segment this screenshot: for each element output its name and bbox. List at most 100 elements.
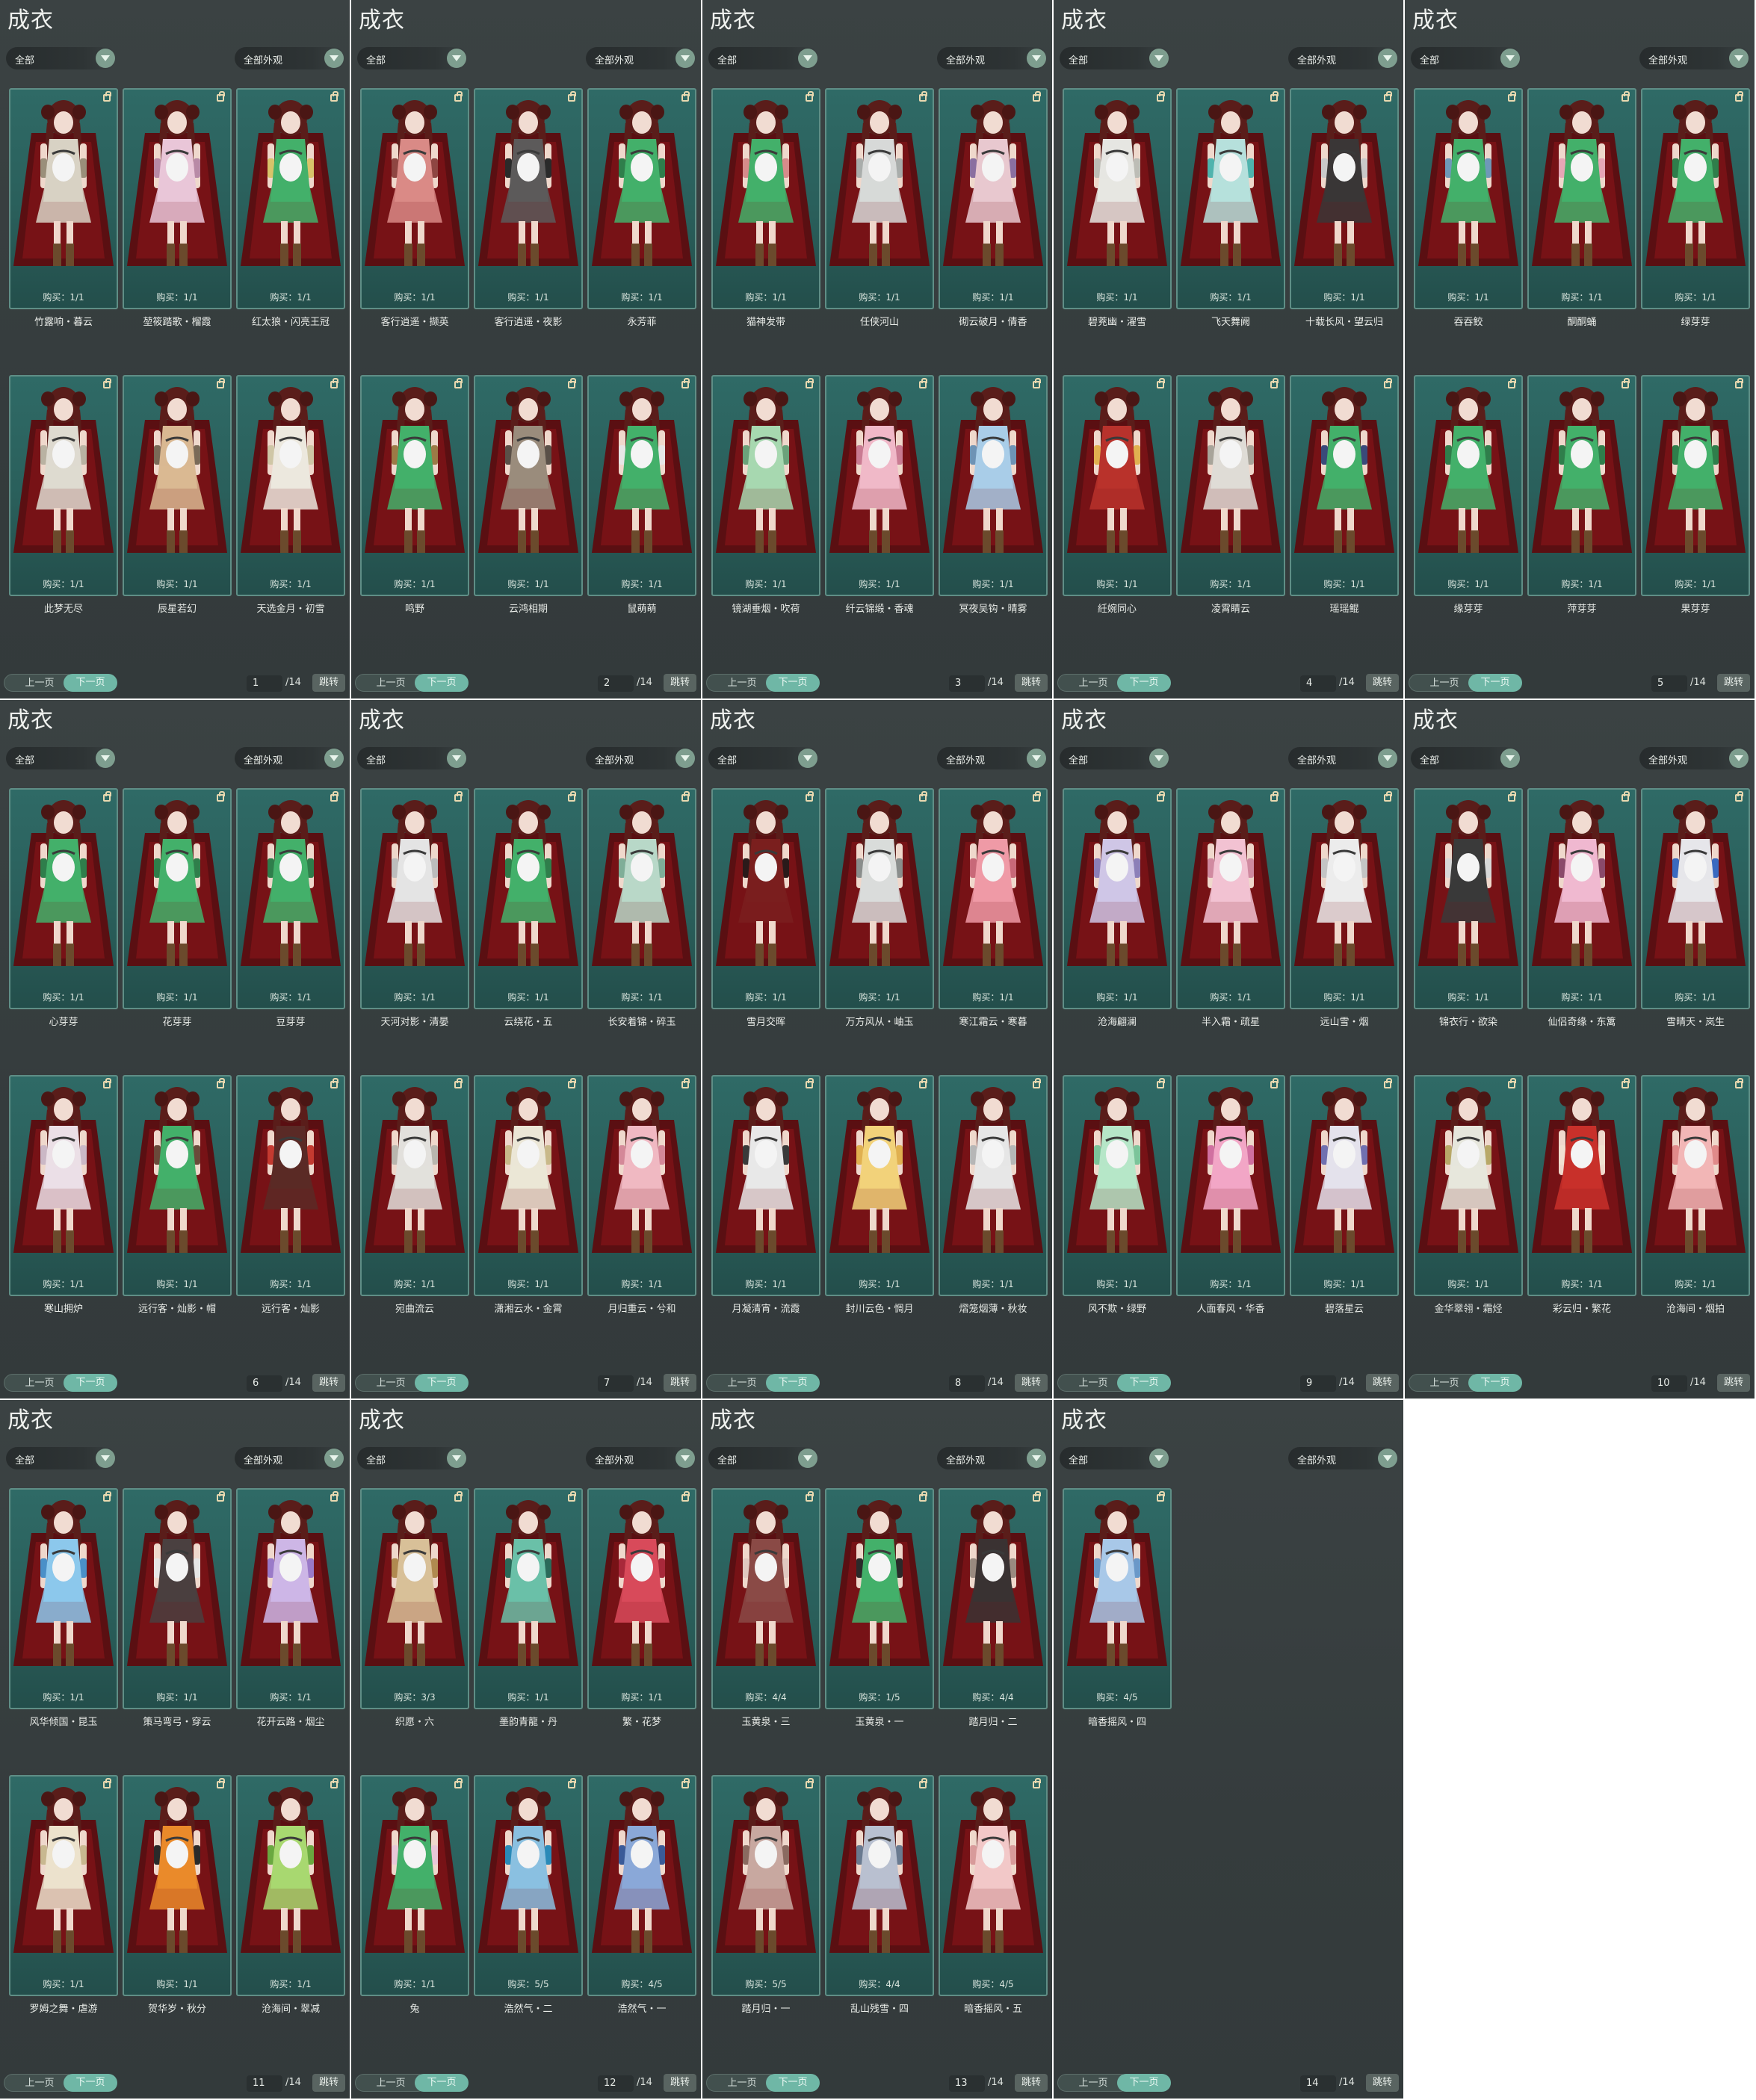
outfit-card[interactable]: 购买：1/1	[474, 788, 583, 1009]
category-dropdown[interactable]: 全部	[708, 47, 819, 69]
outfit-card[interactable]: 购买：1/1	[1527, 1075, 1636, 1296]
appearance-filter-dropdown[interactable]: 全部外观	[937, 1447, 1048, 1469]
outfit-card[interactable]: 购买：1/1	[711, 88, 820, 309]
chevron-down-icon[interactable]	[1378, 749, 1397, 768]
outfit-card[interactable]: 购买：1/1	[1063, 1075, 1172, 1296]
appearance-filter-dropdown[interactable]: 全部外观	[235, 747, 345, 769]
appearance-filter-dropdown[interactable]: 全部外观	[1288, 747, 1399, 769]
outfit-card[interactable]: 购买：1/1	[123, 1488, 232, 1709]
outfit-card[interactable]: 购买：1/1	[123, 788, 232, 1009]
outfit-card[interactable]: 购买：1/1	[9, 88, 118, 309]
next-page-button[interactable]: 下一页	[1468, 674, 1522, 692]
next-page-button[interactable]: 下一页	[64, 1374, 117, 1392]
outfit-card[interactable]: 购买：1/1	[474, 88, 583, 309]
outfit-card[interactable]: 购买：1/1	[1527, 88, 1636, 309]
outfit-card[interactable]: 购买：1/1	[123, 88, 232, 309]
outfit-card[interactable]: 购买：1/1	[360, 375, 469, 596]
category-dropdown[interactable]: 全部	[357, 47, 468, 69]
page-number-input[interactable]: 2	[598, 675, 634, 692]
outfit-card[interactable]: 购买：4/5	[939, 1775, 1048, 1996]
next-page-button[interactable]: 下一页	[1117, 2074, 1171, 2092]
outfit-card[interactable]: 购买：1/1	[236, 1775, 345, 1996]
next-page-button[interactable]: 下一页	[64, 2074, 117, 2092]
category-dropdown[interactable]: 全部	[708, 747, 819, 769]
outfit-card[interactable]: 购买：1/1	[1414, 788, 1523, 1009]
next-page-button[interactable]: 下一页	[766, 1374, 820, 1392]
outfit-card[interactable]: 购买：1/1	[1414, 88, 1523, 309]
page-number-input[interactable]: 14	[1300, 2075, 1336, 2092]
outfit-card[interactable]: 购买：1/1	[711, 375, 820, 596]
outfit-card[interactable]: 购买：1/1	[9, 375, 118, 596]
outfit-card[interactable]: 购买：1/1	[236, 1075, 345, 1296]
outfit-card[interactable]: 购买：1/1	[1176, 375, 1285, 596]
outfit-card[interactable]: 购买：1/1	[939, 788, 1048, 1009]
next-page-button[interactable]: 下一页	[766, 674, 820, 692]
chevron-down-icon[interactable]	[1149, 1449, 1169, 1468]
outfit-card[interactable]: 购买：1/1	[825, 375, 934, 596]
page-number-input[interactable]: 9	[1300, 1375, 1336, 1392]
jump-button[interactable]: 跳转	[312, 1374, 345, 1392]
outfit-card[interactable]: 购买：1/1	[1414, 1075, 1523, 1296]
outfit-card[interactable]: 购买：1/1	[587, 1075, 696, 1296]
jump-button[interactable]: 跳转	[1015, 2074, 1048, 2092]
category-dropdown[interactable]: 全部	[708, 1447, 819, 1469]
outfit-card[interactable]: 购买：3/3	[360, 1488, 469, 1709]
outfit-card[interactable]: 购买：1/1	[236, 88, 345, 309]
chevron-down-icon[interactable]	[675, 1449, 695, 1468]
chevron-down-icon[interactable]	[96, 749, 115, 768]
outfit-card[interactable]: 购买：1/1	[236, 788, 345, 1009]
outfit-card[interactable]: 购买：1/1	[9, 1775, 118, 1996]
category-dropdown[interactable]: 全部	[1060, 47, 1170, 69]
chevron-down-icon[interactable]	[798, 1449, 817, 1468]
outfit-card[interactable]: 购买：1/1	[1176, 788, 1285, 1009]
outfit-card[interactable]: 购买：1/1	[360, 788, 469, 1009]
outfit-card[interactable]: 购买：1/1	[1063, 88, 1172, 309]
appearance-filter-dropdown[interactable]: 全部外观	[586, 1447, 696, 1469]
outfit-card[interactable]: 购买：1/1	[9, 1488, 118, 1709]
chevron-down-icon[interactable]	[1729, 749, 1749, 768]
outfit-card[interactable]: 购买：1/1	[1414, 375, 1523, 596]
outfit-card[interactable]: 购买：4/4	[711, 1488, 820, 1709]
jump-button[interactable]: 跳转	[1015, 1374, 1048, 1392]
category-dropdown[interactable]: 全部	[1411, 47, 1521, 69]
jump-button[interactable]: 跳转	[664, 674, 696, 692]
outfit-card[interactable]: 购买：1/1	[9, 788, 118, 1009]
outfit-card[interactable]: 购买：1/1	[587, 375, 696, 596]
page-number-input[interactable]: 4	[1300, 675, 1336, 692]
appearance-filter-dropdown[interactable]: 全部外观	[1639, 747, 1750, 769]
chevron-down-icon[interactable]	[447, 49, 466, 68]
outfit-card[interactable]: 购买：1/1	[123, 1775, 232, 1996]
appearance-filter-dropdown[interactable]: 全部外观	[1288, 1447, 1399, 1469]
next-page-button[interactable]: 下一页	[415, 674, 469, 692]
chevron-down-icon[interactable]	[1500, 749, 1520, 768]
page-number-input[interactable]: 11	[247, 2075, 282, 2092]
jump-button[interactable]: 跳转	[312, 674, 345, 692]
chevron-down-icon[interactable]	[324, 1449, 344, 1468]
chevron-down-icon[interactable]	[675, 749, 695, 768]
outfit-card[interactable]: 购买：1/1	[587, 788, 696, 1009]
outfit-card[interactable]: 购买：1/1	[360, 88, 469, 309]
outfit-card[interactable]: 购买：5/5	[474, 1775, 583, 1996]
outfit-card[interactable]: 购买：4/5	[1063, 1488, 1172, 1709]
jump-button[interactable]: 跳转	[312, 2074, 345, 2092]
category-dropdown[interactable]: 全部	[1060, 1447, 1170, 1469]
jump-button[interactable]: 跳转	[1366, 2074, 1399, 2092]
appearance-filter-dropdown[interactable]: 全部外观	[937, 47, 1048, 69]
appearance-filter-dropdown[interactable]: 全部外观	[586, 747, 696, 769]
page-number-input[interactable]: 6	[247, 1375, 282, 1392]
outfit-card[interactable]: 购买：5/5	[711, 1775, 820, 1996]
category-dropdown[interactable]: 全部	[357, 747, 468, 769]
chevron-down-icon[interactable]	[675, 49, 695, 68]
outfit-card[interactable]: 购买：1/1	[1290, 1075, 1399, 1296]
outfit-card[interactable]: 购买：1/1	[825, 1075, 934, 1296]
outfit-card[interactable]: 购买：1/1	[711, 788, 820, 1009]
jump-button[interactable]: 跳转	[664, 1374, 696, 1392]
outfit-card[interactable]: 购买：1/1	[1290, 788, 1399, 1009]
outfit-card[interactable]: 购买：4/4	[825, 1775, 934, 1996]
appearance-filter-dropdown[interactable]: 全部外观	[1639, 47, 1750, 69]
outfit-card[interactable]: 购买：1/1	[1063, 375, 1172, 596]
outfit-card[interactable]: 购买：1/1	[360, 1075, 469, 1296]
outfit-card[interactable]: 购买：1/1	[1176, 88, 1285, 309]
chevron-down-icon[interactable]	[324, 749, 344, 768]
jump-button[interactable]: 跳转	[1366, 674, 1399, 692]
